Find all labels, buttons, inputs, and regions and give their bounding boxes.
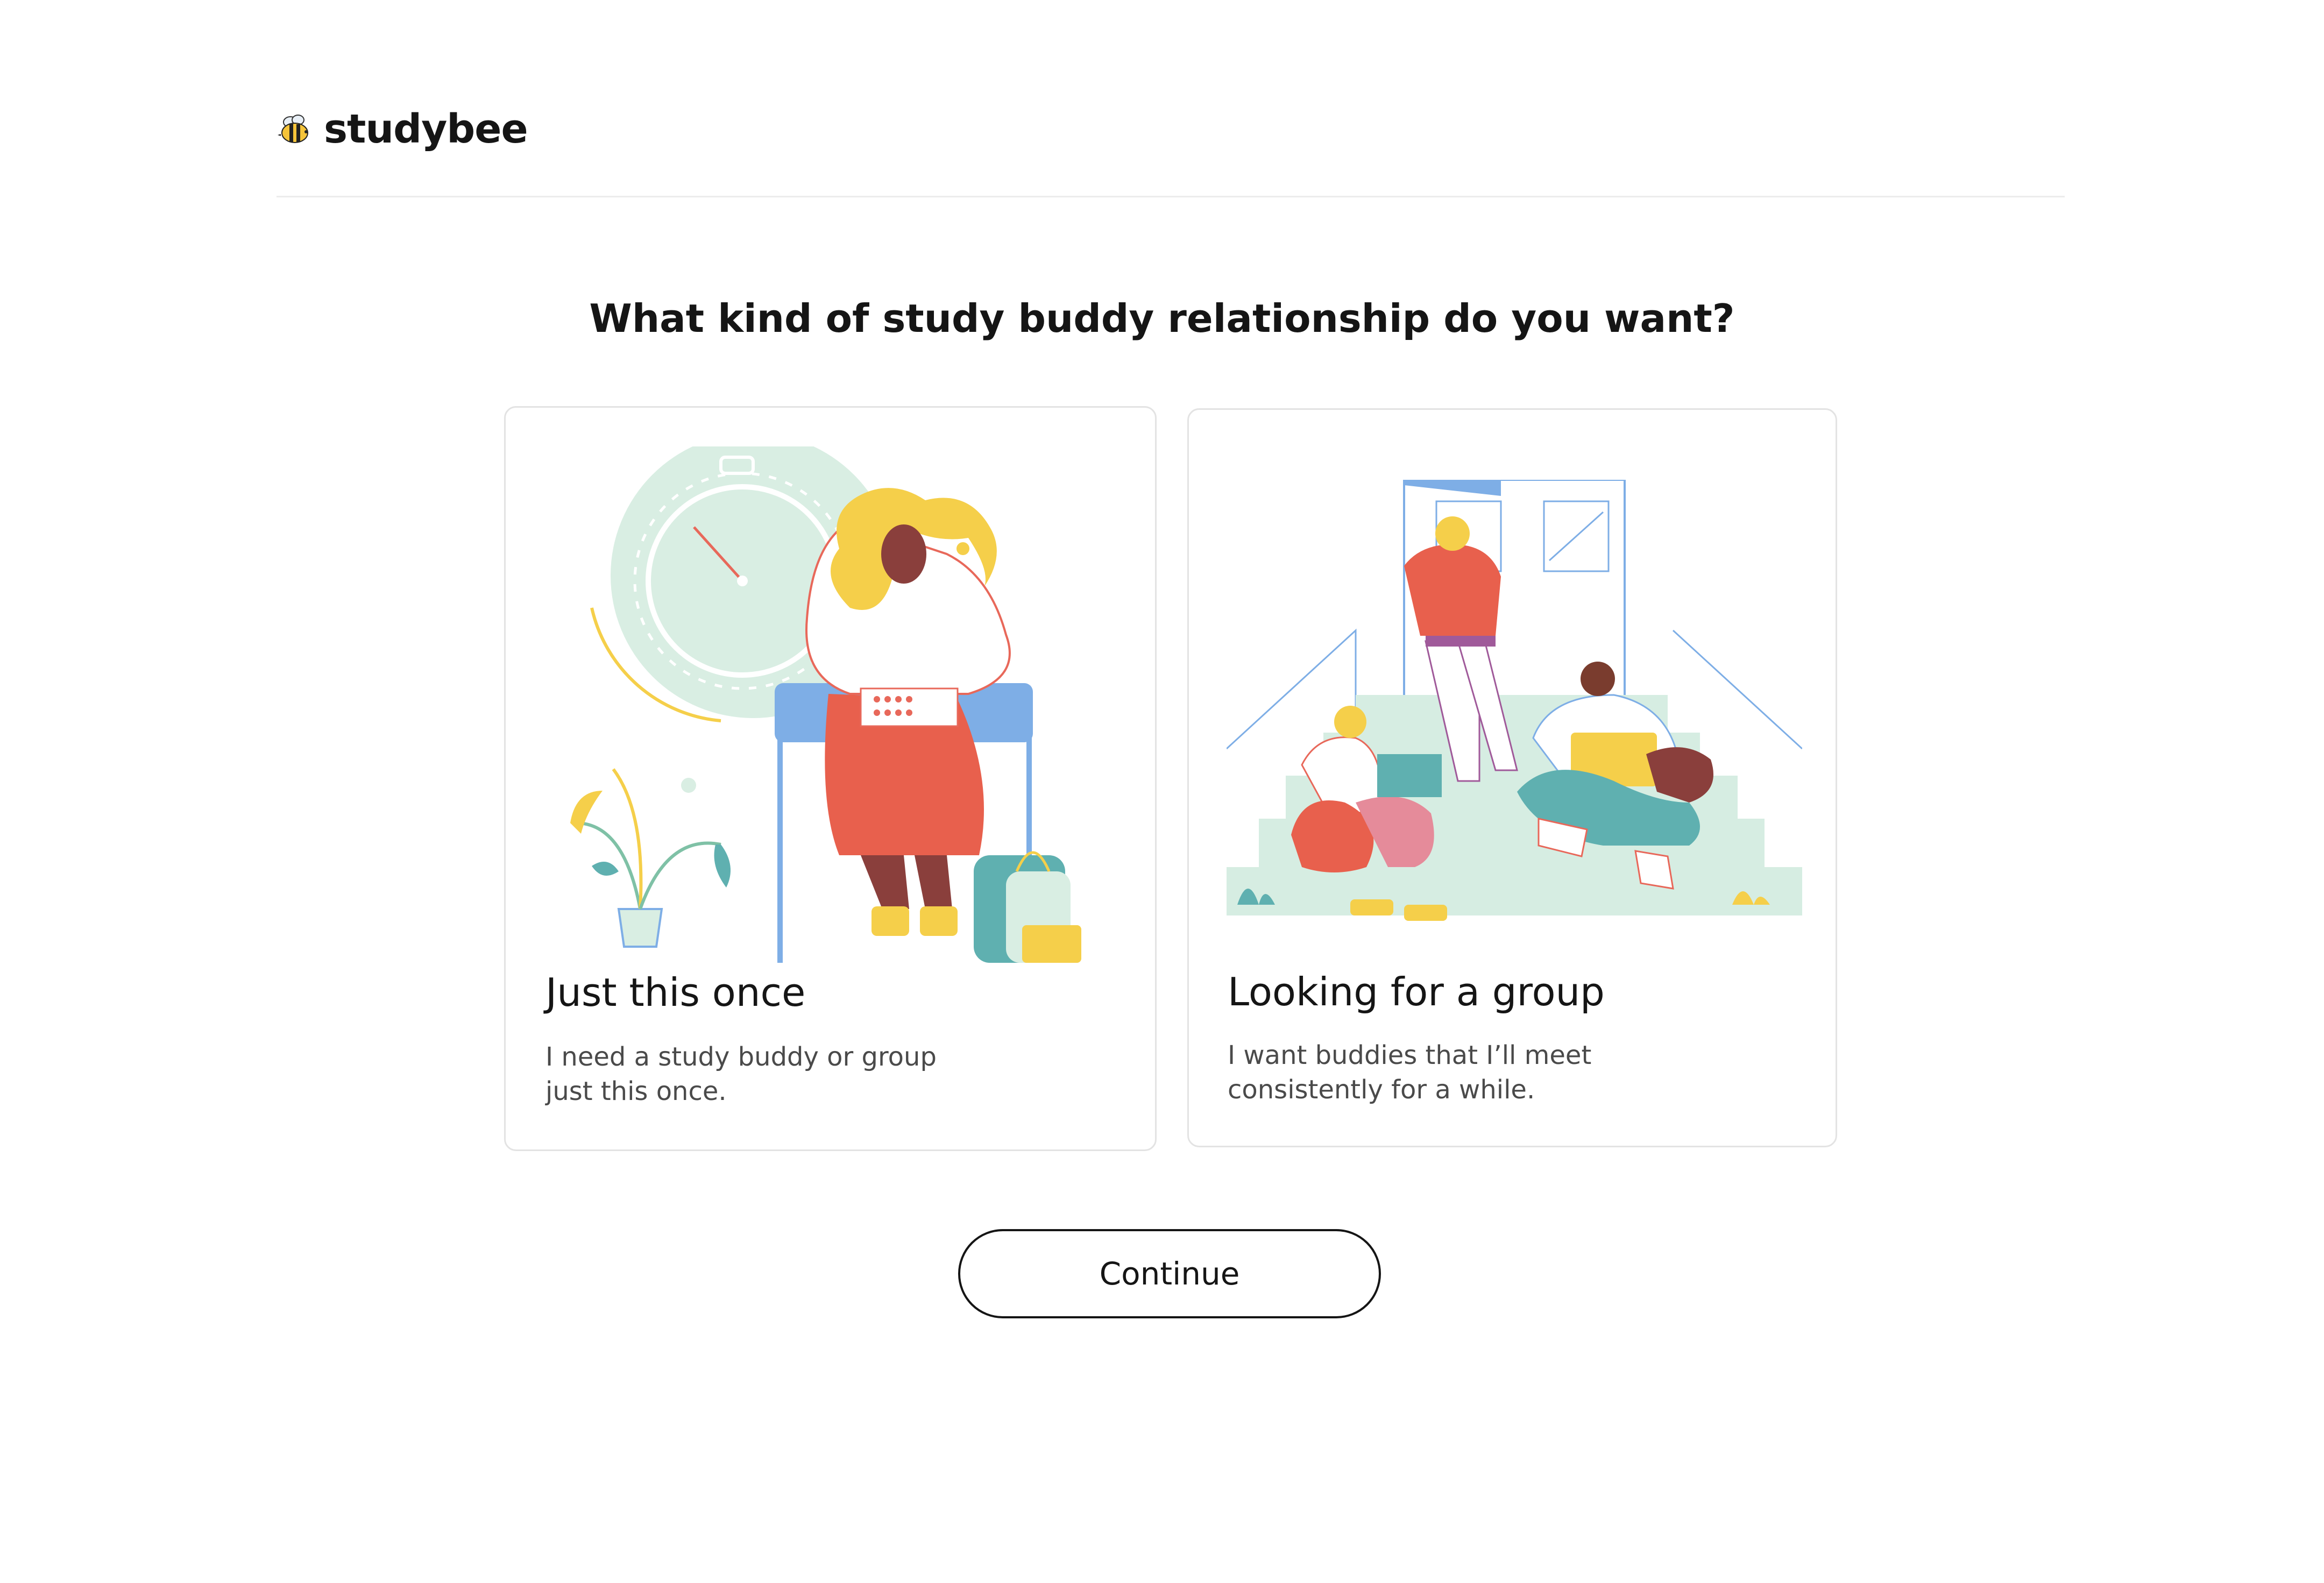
student-with-clock-illustration [570,446,1081,963]
continue-button[interactable]: Continue [958,1229,1381,1318]
option-description: I need a study buddy or group just this … [545,1042,937,1106]
students-on-steps-illustration [1227,480,1802,921]
header-brand[interactable]: studybee [277,102,528,156]
bee-icon [278,115,308,143]
option-title: Looking for a group [1228,969,1605,1014]
option-description: I want buddies that I’ll meet consistent… [1228,1040,1592,1105]
brand-name: studybee [324,106,528,152]
header-divider [277,196,2065,197]
option-title: Just this once [545,970,806,1015]
option-card-looking-for-group[interactable]: Looking for a group I want buddies that … [1187,408,1837,1147]
option-card-just-this-once[interactable]: Just this once I need a study buddy or g… [504,406,1157,1151]
page-title: What kind of study buddy relationship do… [589,296,1735,341]
